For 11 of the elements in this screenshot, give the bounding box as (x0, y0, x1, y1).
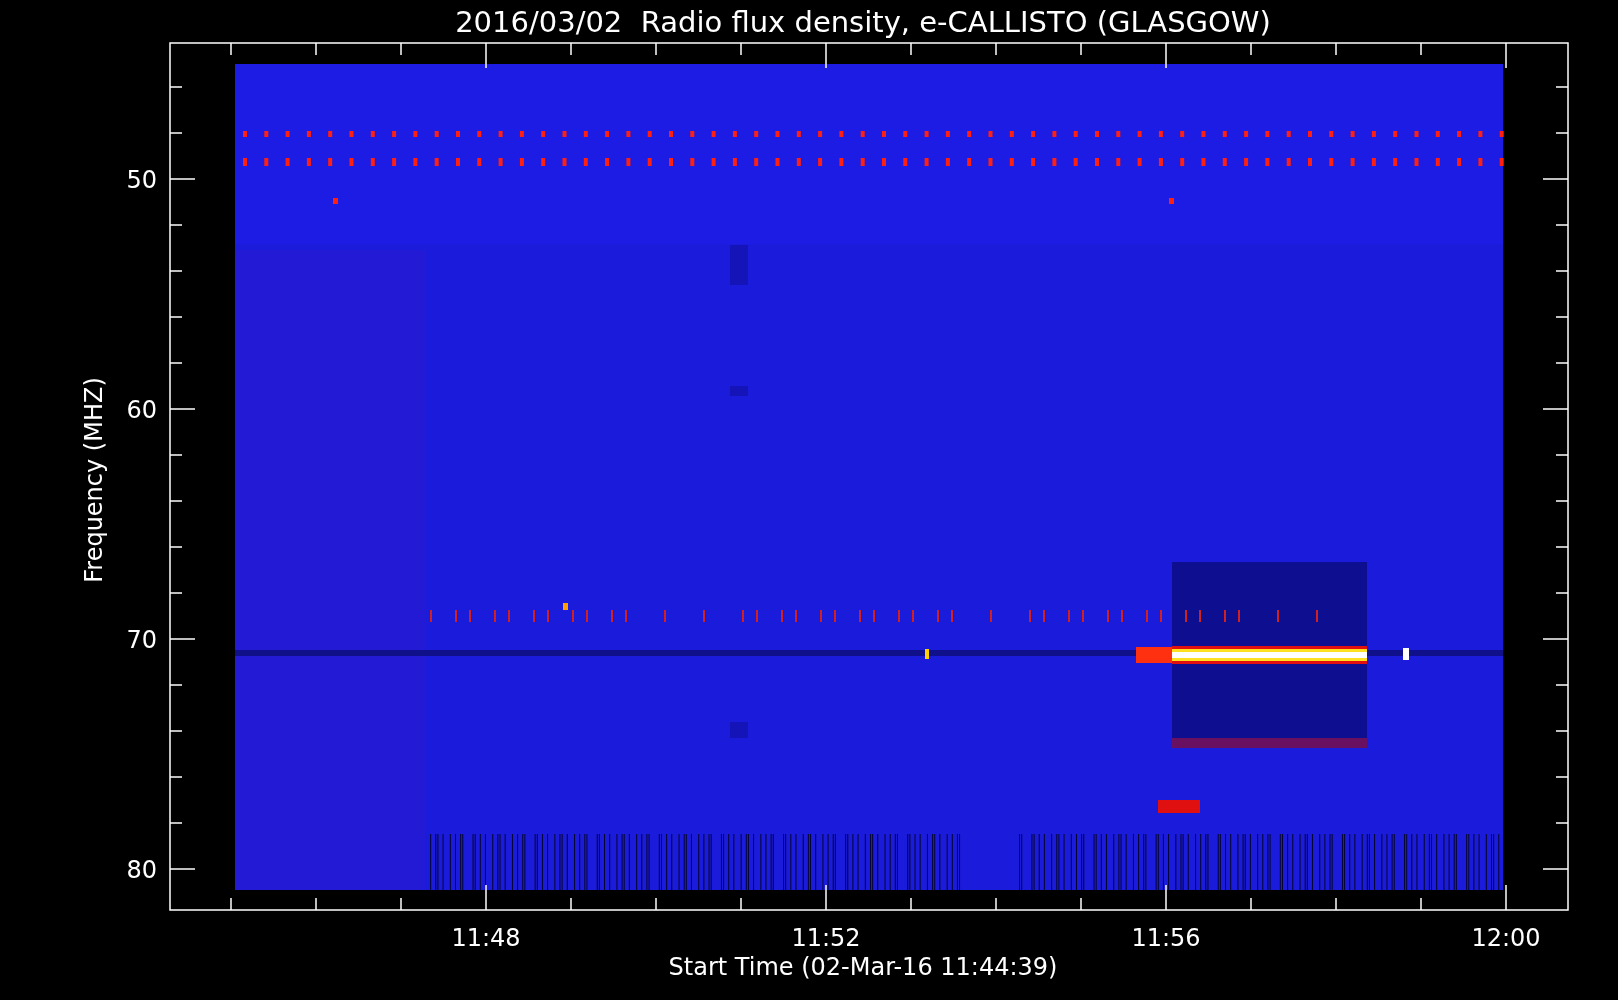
tick-label: 50 (126, 166, 157, 194)
tick-label: 60 (126, 396, 157, 424)
tick-label: 70 (126, 626, 157, 654)
axis-label: Frequency (MHZ) (80, 377, 108, 583)
tick-label: 80 (126, 856, 157, 884)
tick-label: 12:00 (1471, 924, 1541, 952)
axis-label: Start Time (02-Mar-16 11:44:39) (668, 953, 1058, 981)
tick-label: 11:56 (1131, 924, 1201, 952)
tick-label: 11:48 (451, 924, 521, 952)
tick-label: 11:52 (791, 924, 861, 952)
chart-title: 2016/03/02 Radio flux density, e-CALLISTO (GLASGOW) (455, 5, 1271, 39)
